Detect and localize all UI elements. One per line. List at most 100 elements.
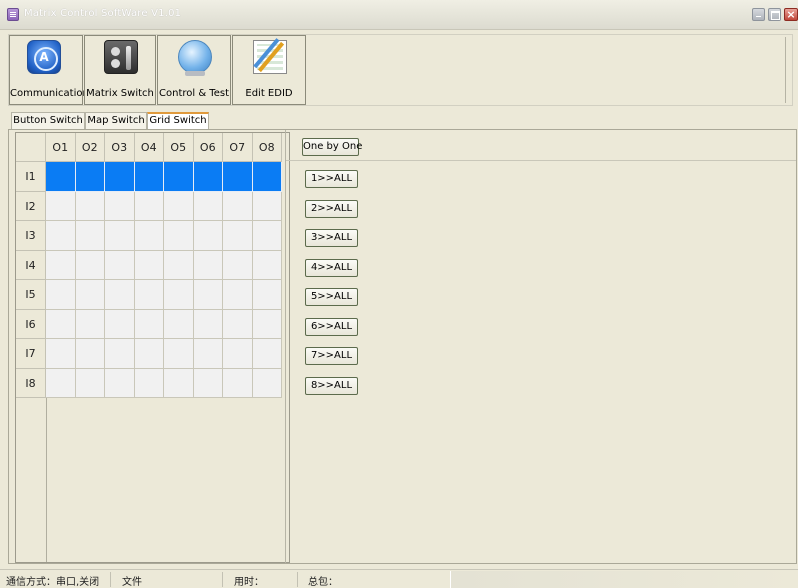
grid-cell[interactable] — [223, 221, 253, 251]
grid-cell[interactable] — [223, 191, 253, 221]
grid-cell[interactable] — [75, 162, 105, 192]
grid-cell[interactable] — [164, 368, 194, 398]
tab-map-switch[interactable]: Map Switch — [85, 112, 147, 129]
grid-cell[interactable] — [105, 339, 135, 369]
input-header: I7 — [16, 339, 46, 369]
grid-cell[interactable] — [46, 368, 76, 398]
grid-cell[interactable] — [193, 280, 223, 310]
grid-cell[interactable] — [134, 339, 164, 369]
minimize-button[interactable] — [752, 8, 765, 21]
grid-cell[interactable] — [164, 309, 194, 339]
grid-cell[interactable] — [134, 191, 164, 221]
edit-edid-icon — [253, 40, 287, 74]
output-header: O2 — [75, 133, 105, 162]
input-to-all-button[interactable]: 2>>ALL — [305, 199, 358, 218]
grid-cell[interactable] — [193, 339, 223, 369]
control-test-button[interactable]: Control & Test — [157, 35, 231, 105]
input-to-all-button[interactable]: 1>>ALL — [305, 170, 358, 188]
close-button[interactable]: × — [784, 8, 798, 21]
input-to-all-button[interactable]: 6>>ALL — [305, 317, 358, 336]
grid-cell[interactable] — [252, 280, 282, 310]
grid-cell[interactable] — [105, 250, 135, 280]
grid-cell[interactable] — [223, 250, 253, 280]
one-by-one-button[interactable]: One by One — [302, 138, 362, 156]
grid-cell[interactable] — [252, 221, 282, 251]
output-header: O8 — [252, 133, 282, 162]
grid-cell[interactable] — [134, 221, 164, 251]
grid-cell[interactable] — [105, 162, 135, 192]
input-to-all-button[interactable]: 5>>ALL — [305, 288, 358, 306]
input-header: I8 — [16, 368, 46, 398]
status-time: 用时： — [234, 577, 264, 588]
input-to-all-button[interactable]: 7>>ALL — [305, 347, 358, 365]
grid-cell[interactable] — [105, 191, 135, 221]
grid-cell[interactable] — [46, 191, 76, 221]
grid-cell[interactable] — [223, 368, 253, 398]
communication-button[interactable]: Communication — [9, 35, 89, 105]
tab-button-switch[interactable]: Button Switch — [11, 112, 85, 129]
status-connection: 通信方式：串口,关闭 — [6, 577, 100, 588]
input-header: I6 — [16, 309, 46, 339]
grid-cell[interactable] — [46, 309, 76, 339]
grid-cell[interactable] — [223, 162, 253, 192]
grid-cell[interactable] — [75, 339, 105, 369]
grid-cell[interactable] — [134, 368, 164, 398]
grid-cell[interactable] — [75, 368, 105, 398]
grid-cell[interactable] — [134, 280, 164, 310]
grid-cell[interactable] — [252, 309, 282, 339]
grid-cell[interactable] — [193, 368, 223, 398]
grid-cell[interactable] — [75, 191, 105, 221]
grid-cell[interactable] — [252, 339, 282, 369]
grid-cell[interactable] — [223, 339, 253, 369]
grid-cell[interactable] — [193, 309, 223, 339]
switch-grid: O1 O2 O3 O4 O5 O6 O7 O8 I1 I2 I3 I4 I5 I6 I7 I8 — [15, 132, 290, 563]
grid-cell[interactable] — [75, 221, 105, 251]
grid-cell[interactable] — [75, 250, 105, 280]
grid-cell[interactable] — [46, 280, 76, 310]
grid-cell[interactable] — [164, 191, 194, 221]
input-header: I3 — [16, 221, 46, 251]
input-to-all-button[interactable]: 4>>ALL — [305, 258, 358, 277]
output-header: O5 — [164, 133, 194, 162]
grid-cell[interactable] — [164, 280, 194, 310]
grid-cell[interactable] — [252, 191, 282, 221]
status-file: 文件 — [122, 577, 142, 588]
grid-cell[interactable] — [75, 309, 105, 339]
grid-cell[interactable] — [252, 368, 282, 398]
grid-switch-panel: O1 O2 O3 O4 O5 O6 O7 O8 I1 I2 I3 I4 I5 I6 I7 I8 One by … — [8, 129, 797, 564]
grid-cell[interactable] — [193, 221, 223, 251]
grid-cell[interactable] — [252, 162, 282, 192]
grid-cell[interactable] — [193, 250, 223, 280]
grid-cell[interactable] — [164, 221, 194, 251]
grid-cell[interactable] — [164, 162, 194, 192]
grid-cell[interactable] — [193, 162, 223, 192]
grid-cell[interactable] — [105, 368, 135, 398]
tab-grid-switch[interactable]: Grid Switch — [147, 112, 209, 129]
maximize-button[interactable] — [768, 8, 781, 21]
grid-cell[interactable] — [46, 162, 76, 192]
toolbar: Communication Matrix Switch Control & Te… — [8, 34, 793, 106]
grid-cell[interactable] — [46, 339, 76, 369]
grid-cell[interactable] — [105, 280, 135, 310]
grid-cell[interactable] — [223, 309, 253, 339]
grid-cell[interactable] — [75, 280, 105, 310]
toolbar-divider — [785, 37, 786, 103]
grid-cell[interactable] — [164, 339, 194, 369]
edit-edid-button[interactable]: Edit EDID — [232, 35, 306, 105]
grid-cell[interactable] — [105, 309, 135, 339]
grid-cell[interactable] — [223, 280, 253, 310]
grid-cell[interactable] — [134, 162, 164, 192]
matrix-switch-label: Matrix Switch — [86, 88, 154, 99]
grid-cell[interactable] — [46, 250, 76, 280]
grid-cell[interactable] — [164, 250, 194, 280]
grid-cell[interactable] — [46, 221, 76, 251]
matrix-switch-button[interactable]: Matrix Switch — [84, 35, 156, 105]
grid-cell[interactable] — [193, 191, 223, 221]
grid-corner — [16, 133, 46, 162]
grid-cell[interactable] — [134, 309, 164, 339]
grid-cell[interactable] — [252, 250, 282, 280]
input-to-all-button[interactable]: 8>>ALL — [305, 376, 358, 395]
input-to-all-button[interactable]: 3>>ALL — [305, 229, 358, 247]
grid-cell[interactable] — [134, 250, 164, 280]
grid-cell[interactable] — [105, 221, 135, 251]
